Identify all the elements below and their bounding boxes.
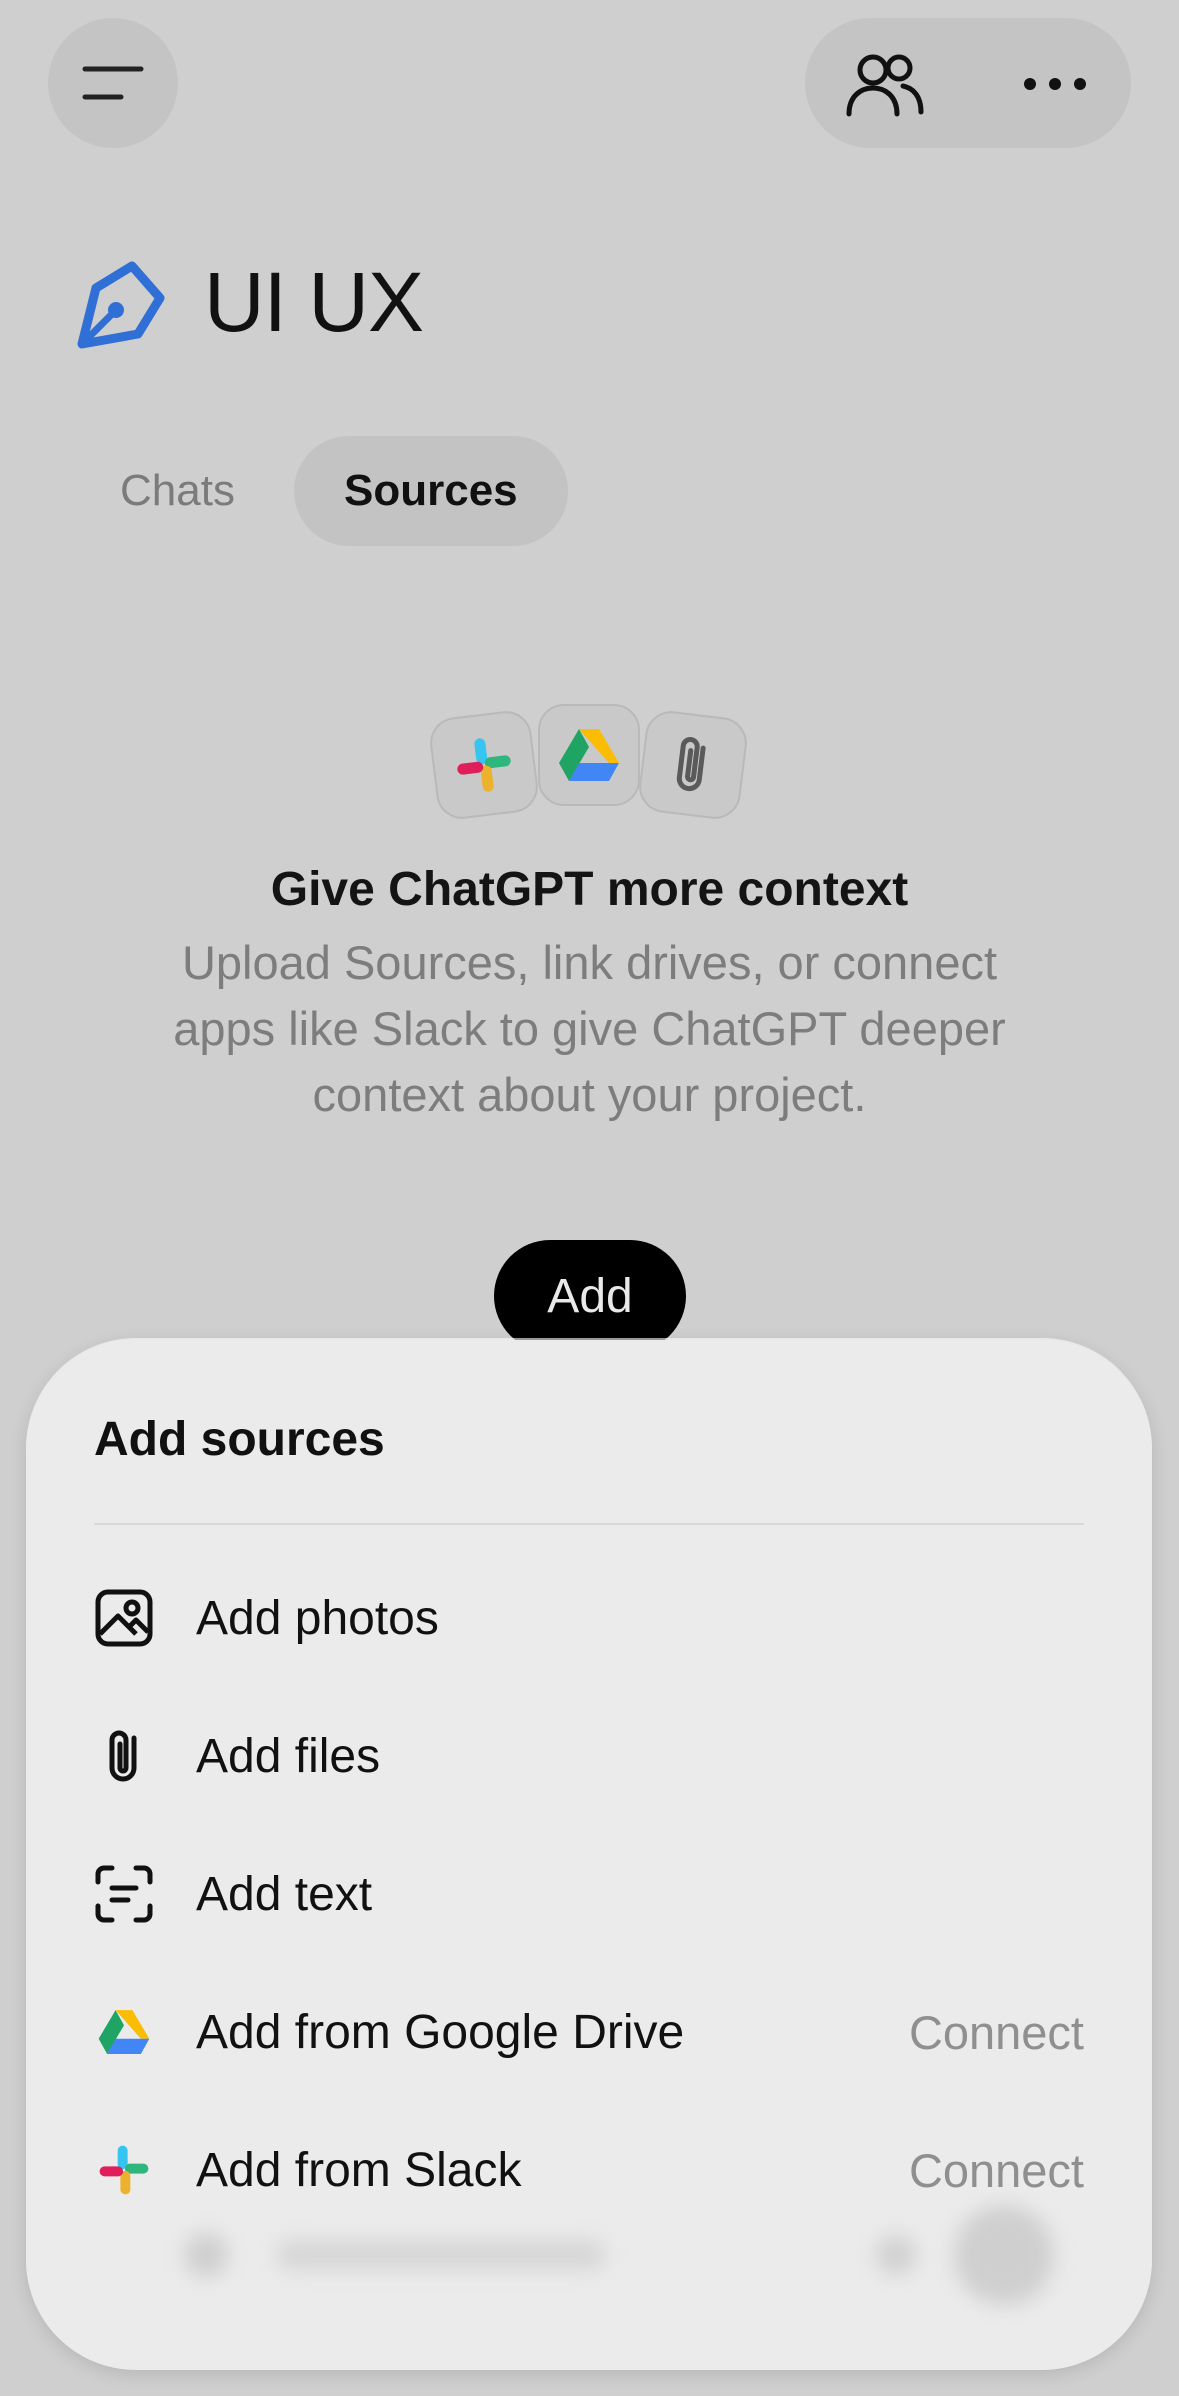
tab-chats[interactable]: Chats	[92, 436, 263, 546]
slack-icon	[457, 738, 511, 792]
project-title: UI UX	[204, 255, 424, 349]
add-photos-item[interactable]: Add photos	[94, 1563, 1084, 1673]
add-files-label: Add files	[196, 1729, 381, 1783]
sheet-title: Add sources	[94, 1413, 385, 1466]
menu-icon	[82, 66, 144, 100]
menu-button[interactable]	[48, 18, 178, 148]
add-sources-sheet: Add sources Add photos Add files Add tex…	[26, 1340, 1152, 2370]
add-from-google-drive-item[interactable]: Add from Google Drive Connect	[94, 1977, 1084, 2087]
add-photos-label: Add photos	[196, 1591, 439, 1645]
slack-tile	[427, 708, 541, 822]
slack-icon	[99, 2145, 149, 2195]
empty-state-title: Give ChatGPT more context	[270, 863, 909, 916]
people-icon[interactable]	[845, 50, 925, 120]
add-button[interactable]: Add	[494, 1240, 686, 1352]
add-text-item[interactable]: Add text	[94, 1839, 1084, 1949]
slack-connect-button[interactable]: Connect	[909, 2143, 1084, 2198]
paperclip-icon	[676, 737, 706, 792]
add-text-label: Add text	[196, 1867, 373, 1921]
photo-icon	[95, 1589, 153, 1647]
add-from-slack-item[interactable]: Add from Slack Connect	[94, 2115, 1084, 2225]
google-drive-connect-button[interactable]: Connect	[909, 2005, 1084, 2060]
empty-state-description: Upload Sources, link drives, or connect …	[173, 936, 1006, 1121]
add-files-item[interactable]: Add files	[94, 1701, 1084, 1811]
more-horizontal-icon[interactable]	[1020, 62, 1090, 106]
project-pen-icon	[77, 261, 165, 349]
paperclip-icon	[109, 1730, 137, 1782]
google-drive-icon	[559, 729, 619, 781]
add-from-google-drive-label: Add from Google Drive	[196, 2005, 685, 2059]
google-drive-icon	[98, 2010, 150, 2054]
text-scan-icon	[95, 1865, 153, 1923]
sheet-divider	[94, 1523, 1084, 1525]
tab-sources[interactable]: Sources	[294, 436, 568, 546]
paperclip-tile	[636, 708, 750, 822]
add-from-slack-label: Add from Slack	[196, 2143, 522, 2197]
google-drive-tile	[538, 704, 640, 806]
